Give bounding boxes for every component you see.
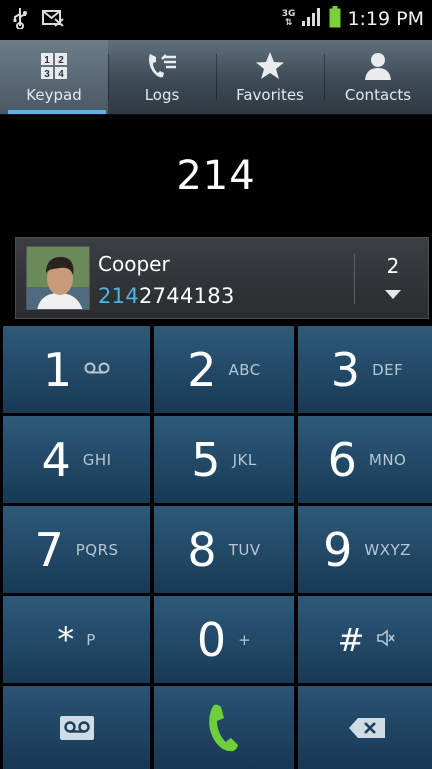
key-digit: # [337, 620, 365, 659]
svg-text:2: 2 [58, 55, 64, 66]
backspace-icon [348, 717, 386, 743]
keypad-icon: 1 2 3 4 [40, 50, 68, 82]
key-letters: MNO [368, 450, 407, 469]
tab-label: Favorites [236, 86, 304, 104]
usb-icon [12, 7, 28, 33]
key-digit: 7 [34, 522, 64, 577]
tab-bar: 1 2 3 4 Keypad Logs Favorites Contacts [0, 40, 432, 115]
contact-suggestion[interactable]: Cooper 2142744183 2 [15, 237, 429, 319]
key-digit: 0 [196, 612, 227, 667]
key-digit: 3 [330, 342, 361, 397]
key-letters: TUV [228, 540, 261, 559]
key-5[interactable]: 5 JKL [154, 416, 294, 503]
key-7[interactable]: 7 PQRS [3, 506, 150, 593]
phone-icon [207, 703, 241, 757]
tab-label: Keypad [26, 86, 82, 104]
call-button[interactable] [154, 686, 294, 769]
key-digit: 8 [187, 522, 217, 577]
key-8[interactable]: 8 TUV [154, 506, 294, 593]
key-letters: JKL [232, 450, 257, 469]
key-digit: 9 [323, 522, 353, 577]
tab-keypad[interactable]: 1 2 3 4 Keypad [0, 40, 108, 114]
battery-icon [329, 6, 341, 32]
key-star[interactable]: * P [3, 596, 150, 683]
contact-number: 2142744183 [98, 284, 235, 308]
signal-icon [301, 7, 323, 31]
key-letters: PQRS [75, 540, 119, 559]
key-hash[interactable]: # [298, 596, 432, 683]
dialed-digits: 214 [176, 153, 256, 199]
key-6[interactable]: 6 MNO [298, 416, 432, 503]
number-match: 214 [98, 284, 139, 308]
dialed-number-display[interactable]: 214 [0, 116, 432, 236]
key-2[interactable]: 2 ABC [154, 326, 294, 413]
voicemail-icon [59, 715, 95, 745]
svg-text:4: 4 [58, 69, 64, 80]
logs-icon [146, 50, 178, 82]
expand-arrow-icon[interactable] [385, 290, 401, 299]
key-digit: 6 [327, 432, 357, 487]
network-3g-icon: 3G ⇅ [281, 9, 296, 28]
key-3[interactable]: 3 DEF [298, 326, 432, 413]
key-digit: * [57, 619, 75, 660]
tab-label: Logs [144, 86, 180, 104]
key-letters: WXYZ [364, 540, 411, 559]
avatar [26, 246, 90, 310]
key-4[interactable]: 4 GHI [3, 416, 150, 503]
tab-favorites[interactable]: Favorites [216, 40, 324, 114]
key-1[interactable]: 1 [3, 326, 150, 413]
key-0[interactable]: 0 + [154, 596, 294, 683]
key-letters: GHI [82, 450, 112, 469]
key-digit: 1 [42, 342, 73, 397]
key-letters: ABC [228, 360, 261, 379]
voicemail-button[interactable] [3, 686, 150, 769]
person-icon [363, 50, 393, 82]
svg-text:3: 3 [44, 69, 50, 80]
key-letters: DEF [372, 360, 404, 379]
contact-name: Cooper [98, 252, 170, 276]
svg-text:1: 1 [44, 55, 50, 66]
key-letters: P [86, 630, 96, 649]
key-letters: + [238, 630, 252, 649]
match-count: 2 [386, 254, 400, 278]
clock: 1:19 PM [347, 8, 424, 30]
number-rest: 2744183 [138, 284, 235, 308]
star-icon [255, 50, 285, 82]
dial-keypad: 1 2 ABC 3 DEF 4 GHI 5 JKL 6 MNO 7 PQRS 8… [0, 326, 432, 769]
key-digit: 4 [41, 432, 71, 487]
missed-call-icon [42, 9, 64, 31]
tab-label: Contacts [344, 86, 412, 104]
key-digit: 2 [187, 342, 217, 397]
key-digit: 5 [191, 432, 221, 487]
tab-logs[interactable]: Logs [108, 40, 216, 114]
voicemail-icon [84, 360, 110, 379]
mute-icon [376, 628, 396, 651]
tab-contacts[interactable]: Contacts [324, 40, 432, 114]
status-bar: 3G ⇅ 1:19 PM [0, 0, 432, 40]
key-9[interactable]: 9 WXYZ [298, 506, 432, 593]
divider [354, 254, 355, 304]
delete-button[interactable] [298, 686, 432, 769]
